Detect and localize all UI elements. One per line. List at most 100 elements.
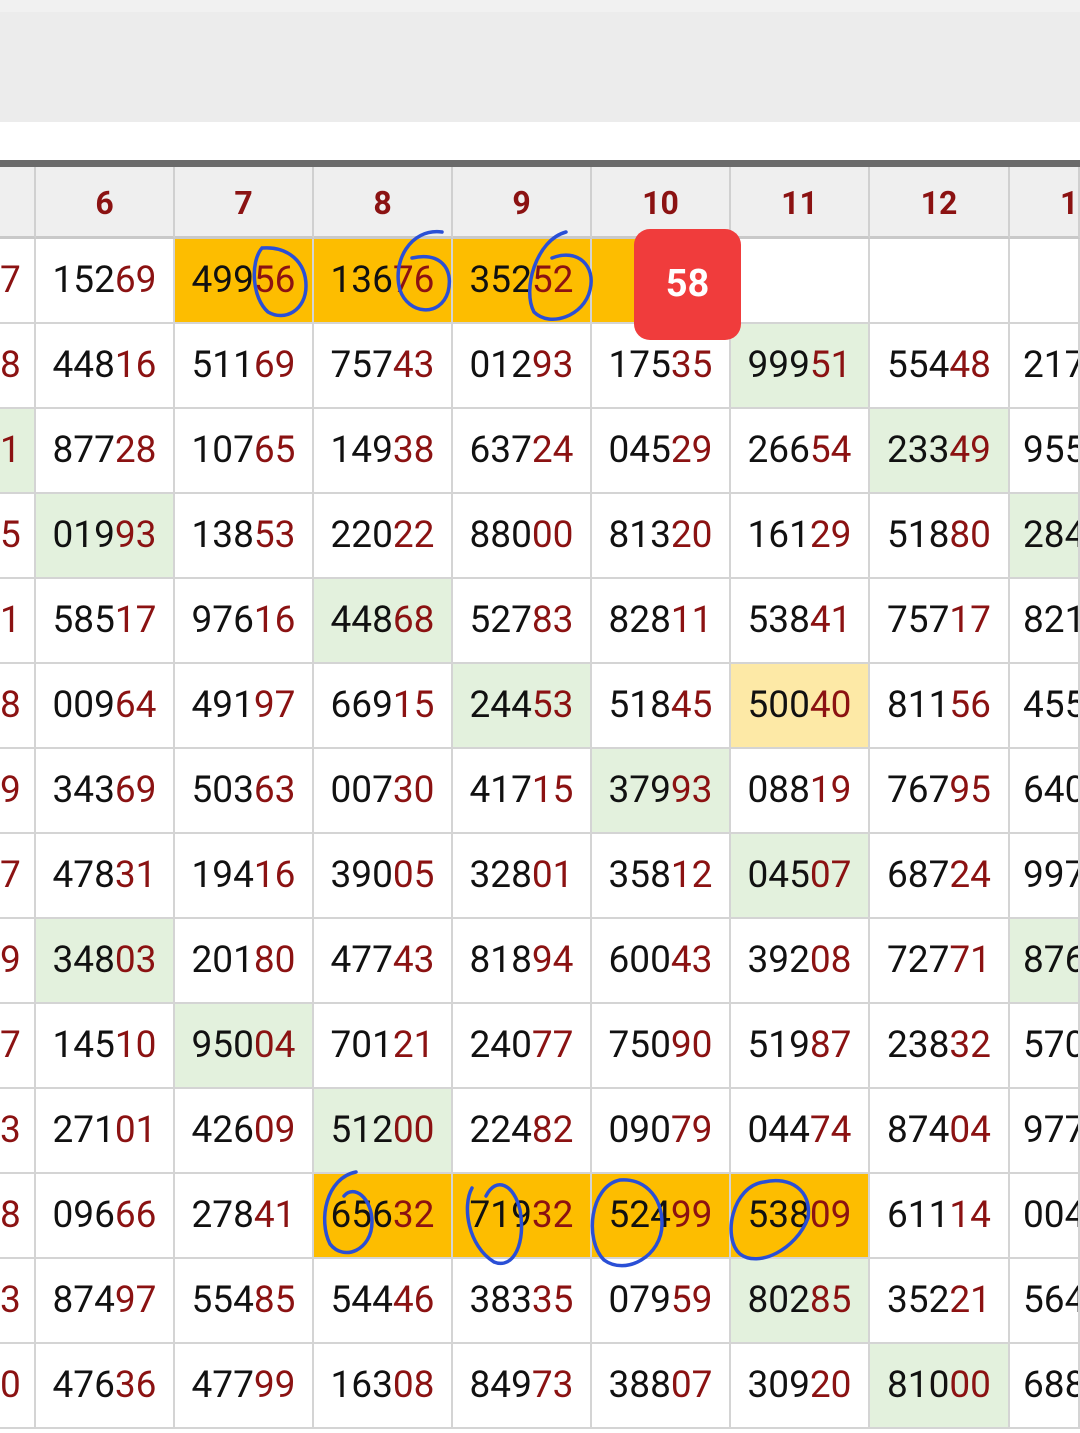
column-header[interactable]: 12	[870, 167, 1010, 239]
result-cell[interactable]: 80285	[731, 1259, 870, 1344]
result-cell[interactable]: 53809	[731, 1174, 870, 1259]
result-cell[interactable]: 30920	[731, 1344, 870, 1429]
result-cell[interactable]: 49197	[175, 664, 314, 749]
result-cell[interactable]: 955	[1010, 409, 1080, 494]
result-cell[interactable]: 977	[1010, 1089, 1080, 1174]
result-cell[interactable]: 14510	[36, 1004, 175, 1089]
result-cell[interactable]: 51200	[314, 1089, 453, 1174]
result-cell[interactable]: 47636	[36, 1344, 175, 1429]
result-cell[interactable]: 87404	[870, 1089, 1010, 1174]
result-cell[interactable]: 455	[1010, 664, 1080, 749]
result-cell[interactable]: 50040	[731, 664, 870, 749]
result-cell[interactable]: 19416	[175, 834, 314, 919]
result-cell[interactable]: 10765	[175, 409, 314, 494]
result-cell[interactable]: 51987	[731, 1004, 870, 1089]
result-cell[interactable]: 13853	[175, 494, 314, 579]
result-cell[interactable]: 23832	[870, 1004, 1010, 1089]
result-cell[interactable]: 04529	[592, 409, 731, 494]
result-cell[interactable]: 81156	[870, 664, 1010, 749]
result-cell[interactable]: 47743	[314, 919, 453, 1004]
result-cell[interactable]: 87728	[36, 409, 175, 494]
result-cell[interactable]: 08819	[731, 749, 870, 834]
result-cell[interactable]: 82811	[592, 579, 731, 664]
result-cell[interactable]: 52783	[453, 579, 592, 664]
result-cell[interactable]: 41715	[453, 749, 592, 834]
column-header[interactable]: 9	[453, 167, 592, 239]
column-header[interactable]: 1	[1010, 167, 1080, 239]
result-cell[interactable]: 00964	[36, 664, 175, 749]
result-cell[interactable]: 38807	[592, 1344, 731, 1429]
result-cell[interactable]: 26654	[731, 409, 870, 494]
result-cell[interactable]: 004	[1010, 1174, 1080, 1259]
result-cell[interactable]: 640	[1010, 749, 1080, 834]
result-cell[interactable]: 44816	[36, 324, 175, 409]
result-cell[interactable]: 570	[1010, 1004, 1080, 1089]
result-cell[interactable]: 55448	[870, 324, 1010, 409]
result-cell[interactable]: 88000	[453, 494, 592, 579]
result-cell[interactable]: 14938	[314, 409, 453, 494]
result-cell[interactable]: 42609	[175, 1089, 314, 1174]
column-header[interactable]: 6	[36, 167, 175, 239]
result-cell[interactable]: 44868	[314, 579, 453, 664]
result-cell[interactable]	[1010, 239, 1080, 324]
result-cell[interactable]: 70121	[314, 1004, 453, 1089]
result-cell[interactable]: 23349	[870, 409, 1010, 494]
result-cell[interactable]: 52499	[592, 1174, 731, 1259]
result-cell[interactable]: 76795	[870, 749, 1010, 834]
result-cell[interactable]: 15269	[36, 239, 175, 324]
result-cell[interactable]: 66915	[314, 664, 453, 749]
result-cell[interactable]: 39208	[731, 919, 870, 1004]
column-header[interactable]: 8	[314, 167, 453, 239]
result-cell[interactable]: 22022	[314, 494, 453, 579]
result-cell[interactable]: 53841	[731, 579, 870, 664]
result-cell[interactable]: 71932	[453, 1174, 592, 1259]
result-cell[interactable]: 04507	[731, 834, 870, 919]
result-cell[interactable]: 35252	[453, 239, 592, 324]
result-cell[interactable]: 24077	[453, 1004, 592, 1089]
result-cell[interactable]: 217	[1010, 324, 1080, 409]
result-cell[interactable]: 34803	[36, 919, 175, 1004]
result-cell[interactable]: 35221	[870, 1259, 1010, 1344]
result-cell[interactable]: 27101	[36, 1089, 175, 1174]
result-cell[interactable]: 81320	[592, 494, 731, 579]
result-cell[interactable]: 16129	[731, 494, 870, 579]
result-cell[interactable]: 997	[1010, 834, 1080, 919]
result-cell[interactable]: 75743	[314, 324, 453, 409]
result-cell[interactable]: 01993	[36, 494, 175, 579]
result-cell[interactable]: 13676	[314, 239, 453, 324]
result-cell[interactable]: 54446	[314, 1259, 453, 1344]
result-cell[interactable]: 39005	[314, 834, 453, 919]
result-cell[interactable]: 22482	[453, 1089, 592, 1174]
column-header[interactable]: 7	[175, 167, 314, 239]
result-cell[interactable]: 564	[1010, 1259, 1080, 1344]
result-cell[interactable]	[870, 239, 1010, 324]
result-cell[interactable]: 75717	[870, 579, 1010, 664]
result-cell[interactable]: 95004	[175, 1004, 314, 1089]
result-cell[interactable]: 37993	[592, 749, 731, 834]
result-cell[interactable]: 51169	[175, 324, 314, 409]
result-cell[interactable]: 09079	[592, 1089, 731, 1174]
count-badge[interactable]: 58	[634, 229, 741, 340]
result-cell[interactable]: 84973	[453, 1344, 592, 1429]
result-cell[interactable]: 07959	[592, 1259, 731, 1344]
result-cell[interactable]: 99951	[731, 324, 870, 409]
result-cell[interactable]: 51845	[592, 664, 731, 749]
result-cell[interactable]: 81000	[870, 1344, 1010, 1429]
result-cell[interactable]: 61114	[870, 1174, 1010, 1259]
result-cell[interactable]: 81894	[453, 919, 592, 1004]
result-cell[interactable]: 00730	[314, 749, 453, 834]
result-cell[interactable]: 65632	[314, 1174, 453, 1259]
result-cell[interactable]: 49956	[175, 239, 314, 324]
result-cell[interactable]	[731, 239, 870, 324]
result-cell[interactable]: 27841	[175, 1174, 314, 1259]
result-cell[interactable]: 01293	[453, 324, 592, 409]
result-cell[interactable]: 60043	[592, 919, 731, 1004]
result-cell[interactable]: 87497	[36, 1259, 175, 1344]
result-cell[interactable]: 97616	[175, 579, 314, 664]
result-cell[interactable]: 20180	[175, 919, 314, 1004]
result-cell[interactable]: 47831	[36, 834, 175, 919]
result-cell[interactable]: 47799	[175, 1344, 314, 1429]
result-cell[interactable]: 58517	[36, 579, 175, 664]
result-cell[interactable]: 72771	[870, 919, 1010, 1004]
result-cell[interactable]: 55485	[175, 1259, 314, 1344]
